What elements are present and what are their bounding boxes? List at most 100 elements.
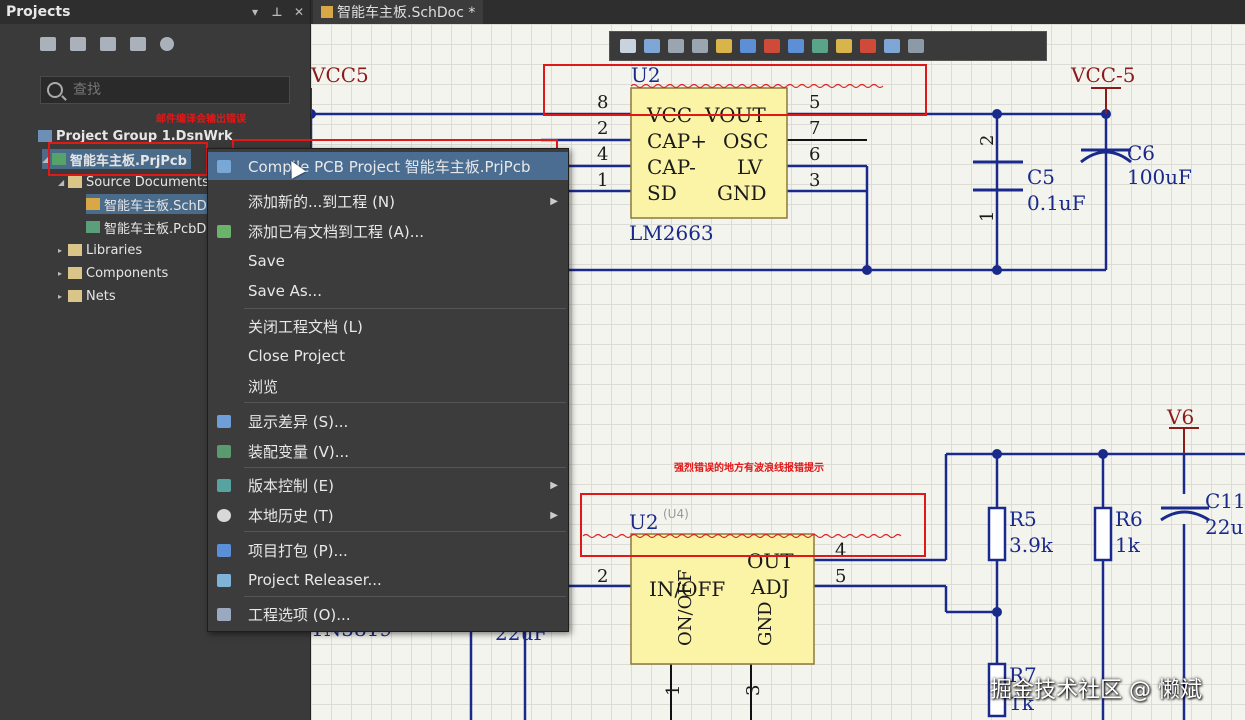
bus-icon[interactable]	[788, 39, 804, 53]
menu-item-browse[interactable]: 浏览	[208, 372, 568, 400]
wire-icon[interactable]	[740, 39, 756, 53]
gnd-port-icon[interactable]	[764, 39, 780, 53]
search-input[interactable]	[71, 81, 275, 99]
expand-arrow-icon[interactable]: ▸	[58, 292, 68, 301]
panel-menu-icon[interactable]: ▾	[244, 5, 266, 19]
arc-icon[interactable]	[908, 39, 924, 53]
projects-panel-header: Projects ▾ ⊥ ✕	[0, 0, 310, 24]
tree-item-pcbdoc[interactable]: 智能车主板.PcbDoc	[86, 217, 221, 237]
label-c11-value: 22u	[1205, 515, 1243, 539]
pin-q5: 5	[835, 566, 846, 587]
pin-3: 3	[809, 170, 820, 191]
menu-item-project-options[interactable]: 工程选项 (O)...	[208, 600, 568, 628]
compile-icon	[217, 159, 231, 173]
menu-item-releaser[interactable]: Project Releaser...	[208, 566, 568, 594]
menu-separator	[244, 402, 566, 403]
pin-6: 6	[809, 144, 820, 165]
menu-item-local-history[interactable]: 本地历史 (T) ▶	[208, 501, 568, 529]
menu-separator	[244, 596, 566, 597]
workspace-icon	[38, 130, 52, 142]
menu-item-save-as[interactable]: Save As...	[208, 277, 568, 305]
document-tabbar: 智能车主板.SchDoc *	[311, 0, 1245, 24]
annotation-box-project	[48, 142, 208, 176]
tree-item-components[interactable]: ▸ Components	[58, 263, 168, 283]
menu-item-save[interactable]: Save	[208, 247, 568, 275]
menu-item-close-docs[interactable]: 关闭工程文档 (L)	[208, 312, 568, 340]
tree-item-label: Components	[86, 265, 169, 281]
panel-title: Projects	[6, 4, 71, 20]
pin-4: 4	[597, 144, 608, 165]
options-icon	[217, 607, 231, 621]
menu-item-compile[interactable]: Compile PCB Project 智能车主板.PrjPcb	[208, 152, 568, 180]
submenu-arrow-icon: ▶	[550, 509, 558, 521]
search-icon	[47, 82, 63, 98]
expand-arrow-icon[interactable]: ▸	[58, 269, 68, 278]
save-icon[interactable]	[40, 37, 56, 51]
label-on-off: ON/OFF	[675, 570, 696, 646]
label-gnd2: GND	[755, 601, 776, 646]
dropbox-icon	[217, 543, 231, 557]
search-box[interactable]	[40, 76, 290, 104]
menu-separator	[244, 308, 566, 309]
gear-icon[interactable]	[160, 37, 174, 51]
project-context-menu: Compile PCB Project 智能车主板.PrjPcb 添加新的...…	[207, 148, 569, 632]
tree-item-label: Nets	[86, 288, 116, 304]
menu-item-variants[interactable]: 装配变量 (V)...	[208, 437, 568, 465]
tree-item-libraries[interactable]: ▸ Libraries	[58, 240, 142, 260]
menu-item-packager[interactable]: 项目打包 (P)...	[208, 536, 568, 564]
label-v6: V6	[1166, 405, 1194, 429]
pin-7: 7	[809, 118, 820, 139]
tree-item-label: 智能车主板.SchDoc	[104, 198, 222, 214]
label-r6: R6	[1115, 507, 1143, 531]
schematic-doc-icon	[86, 198, 100, 210]
annotation-error-note: 强烈错误的地方有波浪线报错提示	[674, 463, 824, 474]
label-gnd: GND	[717, 181, 767, 205]
menu-item-close-project[interactable]: Close Project	[208, 342, 568, 370]
filter-icon[interactable]	[620, 39, 636, 53]
pin-q3: 3	[743, 685, 764, 696]
label-r5-value: 3.9k	[1009, 533, 1054, 557]
annotation-box-u2-top	[543, 64, 927, 116]
close-icon[interactable]: ✕	[288, 5, 310, 19]
menu-item-add-existing[interactable]: 添加已有文档到工程 (A)...	[208, 217, 568, 245]
tree-item-nets[interactable]: ▸ Nets	[58, 286, 116, 306]
menu-item-add-new[interactable]: 添加新的...到工程 (N) ▶	[208, 187, 568, 215]
pin-icon[interactable]: ⊥	[266, 5, 288, 19]
version-control-icon	[217, 478, 231, 492]
annotation-compile-note: 邮件编译会输出错误	[156, 114, 246, 125]
select-icon[interactable]	[668, 39, 684, 53]
folder-icon	[68, 244, 82, 256]
variants-icon	[217, 444, 231, 458]
label-c6-value: 100uF	[1127, 165, 1192, 189]
menu-item-show-diff[interactable]: 显示差异 (S)...	[208, 407, 568, 435]
tree-item-label: Source Documents	[86, 174, 209, 190]
directive-icon[interactable]	[860, 39, 876, 53]
label-adj: ADJ	[750, 575, 790, 599]
menu-item-version-control[interactable]: 版本控制 (E) ▶	[208, 471, 568, 499]
open-folder-icon[interactable]	[100, 37, 116, 51]
label-osc: OSC	[723, 129, 768, 153]
label-capm: CAP-	[647, 155, 696, 179]
expand-arrow-icon[interactable]: ▸	[58, 246, 68, 255]
text-icon[interactable]	[884, 39, 900, 53]
submenu-arrow-icon: ▶	[550, 195, 558, 207]
label-c6: C6	[1127, 141, 1155, 165]
label-capp: CAP+	[647, 129, 707, 153]
label-c5: C5	[1027, 165, 1055, 189]
part-icon[interactable]	[716, 39, 732, 53]
tree-item-label: Libraries	[86, 242, 143, 258]
folder-icon[interactable]	[130, 37, 146, 51]
label-sd: SD	[647, 181, 677, 205]
port-icon[interactable]	[836, 39, 852, 53]
copy-icon[interactable]	[70, 37, 86, 51]
tree-item-schdoc[interactable]: 智能车主板.SchDoc	[86, 194, 226, 214]
watermark: 掘金技术社区 @ 懒斌	[990, 678, 1202, 703]
label-lv: LV	[737, 155, 763, 179]
pin-2: 2	[597, 118, 608, 139]
collapse-arrow-icon[interactable]: ◢	[58, 178, 68, 187]
align-icon[interactable]	[692, 39, 708, 53]
panel-toolbar	[0, 24, 310, 64]
harness-icon[interactable]	[812, 39, 828, 53]
tab-schdoc[interactable]: 智能车主板.SchDoc *	[313, 0, 484, 24]
move-icon[interactable]	[644, 39, 660, 53]
